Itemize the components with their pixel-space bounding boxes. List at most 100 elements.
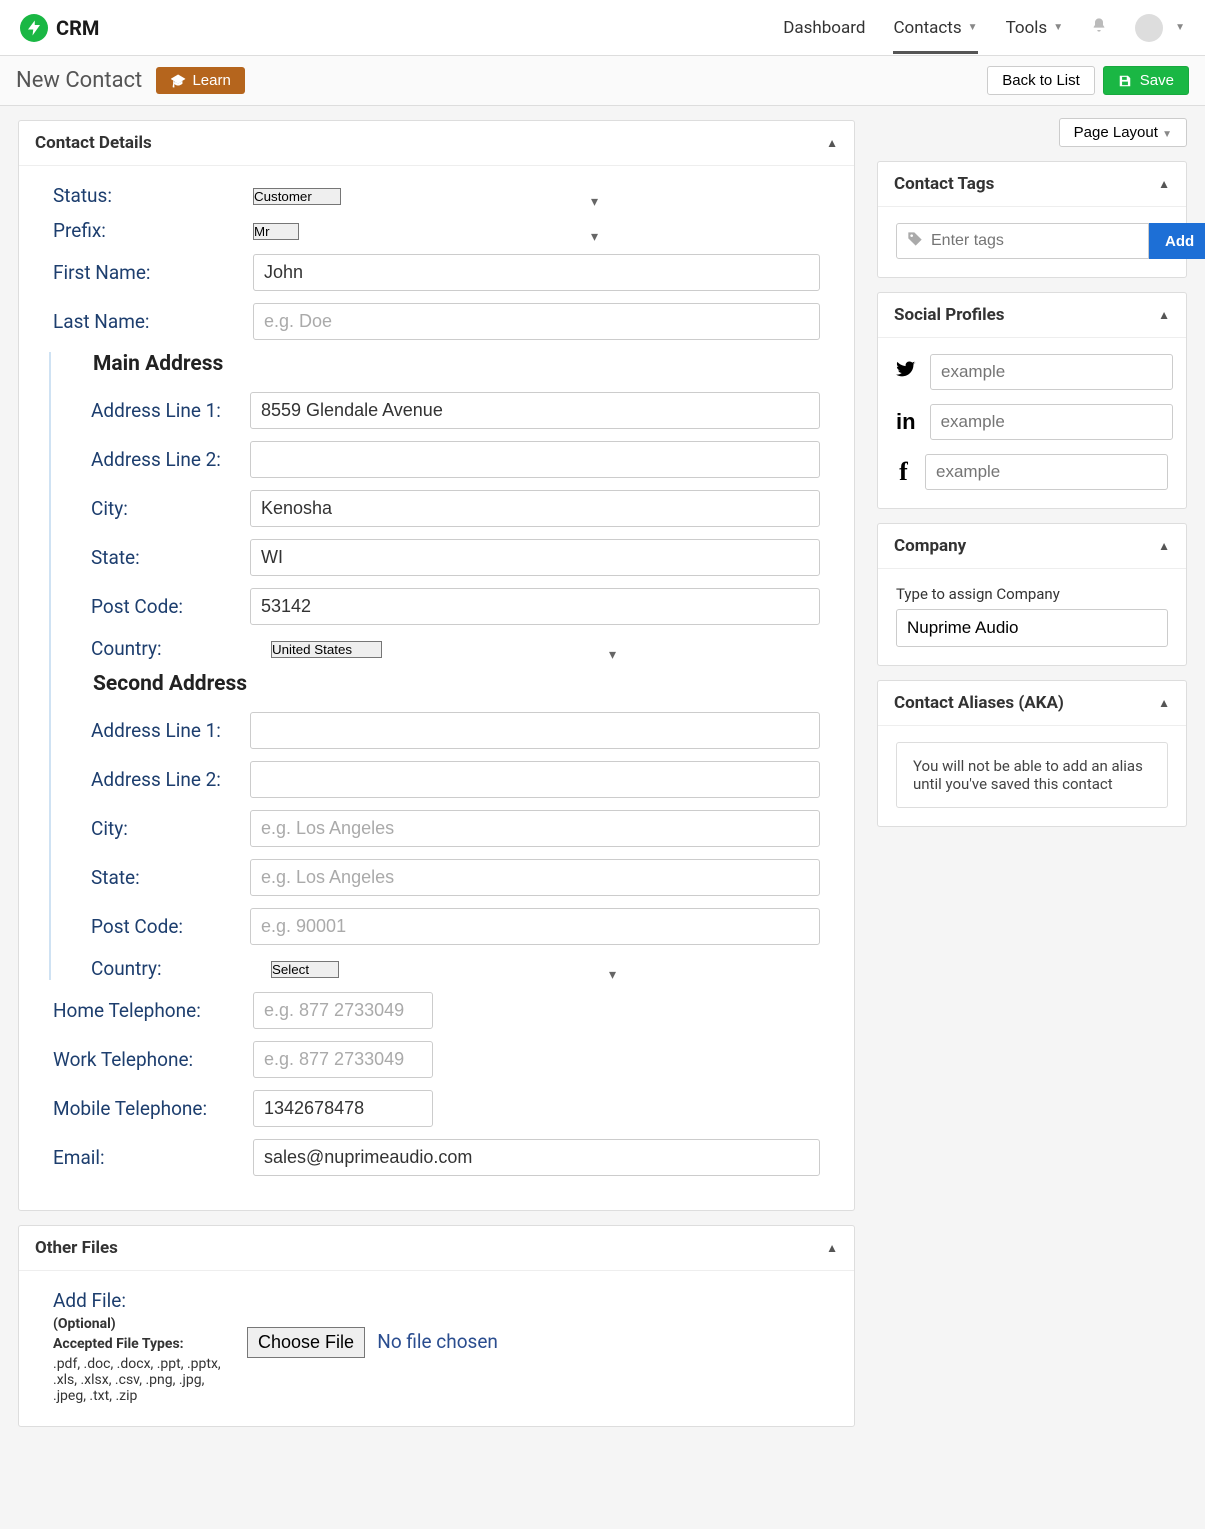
second-country-label: Country: — [71, 957, 271, 980]
caret-up-icon: ▲ — [1158, 177, 1170, 191]
user-menu[interactable]: ▼ — [1135, 14, 1185, 42]
company-panel: Company▲ Type to assign Company — [877, 523, 1187, 666]
nav-items: Dashboard Contacts ▼ Tools▼ ▼ — [783, 2, 1185, 54]
caret-down-icon: ▼ — [968, 22, 978, 33]
caret-up-icon: ▲ — [1158, 539, 1170, 553]
add-file-label: Add File: — [53, 1289, 223, 1312]
other-files-header[interactable]: Other Files ▲ — [19, 1226, 854, 1271]
contact-tags-panel: Contact Tags▲ Add — [877, 161, 1187, 278]
nav-dashboard[interactable]: Dashboard — [783, 2, 865, 54]
main-city-label: City: — [71, 497, 250, 520]
add-tag-button[interactable]: Add — [1149, 223, 1205, 259]
company-header[interactable]: Company▲ — [878, 524, 1186, 569]
prefix-select[interactable]: Mr — [253, 223, 299, 240]
work-tel-input[interactable] — [253, 1041, 433, 1078]
second-post-input[interactable] — [250, 908, 820, 945]
page-layout-label: Page Layout — [1074, 124, 1158, 141]
contact-aliases-title: Contact Aliases (AKA) — [894, 693, 1064, 713]
mobile-tel-input[interactable] — [253, 1090, 433, 1127]
facebook-icon: f — [896, 457, 911, 487]
social-profiles-title: Social Profiles — [894, 305, 1005, 325]
choose-file-button[interactable]: Choose File — [247, 1327, 365, 1358]
top-nav: CRM Dashboard Contacts ▼ Tools▼ ▼ — [0, 0, 1205, 56]
caret-down-icon: ▼ — [1175, 22, 1185, 33]
main-city-input[interactable] — [250, 490, 820, 527]
main-state-input[interactable] — [250, 539, 820, 576]
second-city-input[interactable] — [250, 810, 820, 847]
second-post-label: Post Code: — [71, 915, 250, 938]
caret-up-icon: ▲ — [826, 1241, 838, 1255]
contact-aliases-header[interactable]: Contact Aliases (AKA)▲ — [878, 681, 1186, 726]
learn-label: Learn — [192, 72, 230, 89]
home-tel-input[interactable] — [253, 992, 433, 1029]
home-tel-label: Home Telephone: — [53, 999, 253, 1022]
main-addr1-label: Address Line 1: — [71, 399, 250, 422]
contact-details-title: Contact Details — [35, 133, 152, 153]
second-addr2-input[interactable] — [250, 761, 820, 798]
graduation-cap-icon — [170, 72, 186, 89]
caret-down-icon: ▼ — [1162, 129, 1172, 140]
second-addr2-label: Address Line 2: — [71, 768, 250, 791]
linkedin-input[interactable] — [930, 404, 1173, 440]
contact-aliases-panel: Contact Aliases (AKA)▲ You will not be a… — [877, 680, 1187, 827]
main-addr2-label: Address Line 2: — [71, 448, 250, 471]
alias-note: You will not be able to add an alias unt… — [896, 742, 1168, 808]
second-country-select[interactable]: Select — [271, 961, 339, 978]
save-button[interactable]: Save — [1103, 66, 1189, 95]
email-input[interactable] — [253, 1139, 820, 1176]
nav-tools[interactable]: Tools▼ — [1006, 2, 1064, 54]
other-files-title: Other Files — [35, 1238, 118, 1258]
nav-contacts[interactable]: Contacts ▼ — [893, 2, 977, 54]
back-to-list-button[interactable]: Back to List — [987, 66, 1095, 95]
company-assign-label: Type to assign Company — [896, 585, 1168, 603]
main-post-label: Post Code: — [71, 595, 250, 618]
prefix-label: Prefix: — [53, 219, 253, 242]
no-file-chosen: No file chosen — [377, 1330, 498, 1353]
brand-logo-icon — [20, 14, 48, 42]
second-addr1-label: Address Line 1: — [71, 719, 250, 742]
tags-input[interactable] — [931, 224, 1138, 258]
tag-icon — [907, 231, 923, 252]
social-profiles-panel: Social Profiles▲ in f — [877, 292, 1187, 509]
contact-tags-header[interactable]: Contact Tags ▲ — [878, 162, 1186, 207]
avatar-icon — [1135, 14, 1163, 42]
first-name-input[interactable] — [253, 254, 820, 291]
nav-dashboard-label: Dashboard — [783, 18, 865, 38]
company-input[interactable] — [896, 609, 1168, 647]
save-label: Save — [1140, 72, 1174, 89]
main-post-input[interactable] — [250, 588, 820, 625]
file-types-label: Accepted File Types: — [53, 1336, 184, 1352]
second-addr1-input[interactable] — [250, 712, 820, 749]
learn-button[interactable]: Learn — [156, 67, 245, 94]
file-types: .pdf, .doc, .docx, .ppt, .pptx, .xls, .x… — [53, 1356, 223, 1404]
email-label: Email: — [53, 1146, 253, 1169]
twitter-input[interactable] — [930, 354, 1173, 390]
main-addr2-input[interactable] — [250, 441, 820, 478]
notifications-icon[interactable] — [1091, 17, 1107, 38]
main-country-select[interactable]: United States — [271, 641, 382, 658]
first-name-label: First Name: — [53, 261, 253, 284]
status-label: Status: — [53, 184, 253, 207]
page-title: New Contact — [16, 68, 142, 93]
nav-tools-label: Tools — [1006, 18, 1048, 38]
save-icon — [1118, 74, 1132, 88]
status-select[interactable]: Customer — [253, 188, 341, 205]
main-state-label: State: — [71, 546, 250, 569]
contact-details-header[interactable]: Contact Details ▲ — [19, 121, 854, 166]
contact-tags-title: Contact Tags — [894, 174, 994, 194]
main-addr1-input[interactable] — [250, 392, 820, 429]
second-city-label: City: — [71, 817, 250, 840]
social-profiles-header[interactable]: Social Profiles▲ — [878, 293, 1186, 338]
page-layout-button[interactable]: Page Layout ▼ — [1059, 118, 1187, 147]
last-name-input[interactable] — [253, 303, 820, 340]
second-state-input[interactable] — [250, 859, 820, 896]
file-optional: (Optional) — [53, 1316, 116, 1332]
other-files-panel: Other Files ▲ Add File: (Optional) Accep… — [18, 1225, 855, 1427]
work-tel-label: Work Telephone: — [53, 1048, 253, 1071]
facebook-input[interactable] — [925, 454, 1168, 490]
nav-contacts-label: Contacts — [893, 18, 961, 38]
brand-name: CRM — [56, 16, 99, 40]
brand[interactable]: CRM — [20, 14, 99, 42]
second-address-heading: Second Address — [93, 672, 820, 696]
sub-header: New Contact Learn Back to List Save — [0, 56, 1205, 106]
